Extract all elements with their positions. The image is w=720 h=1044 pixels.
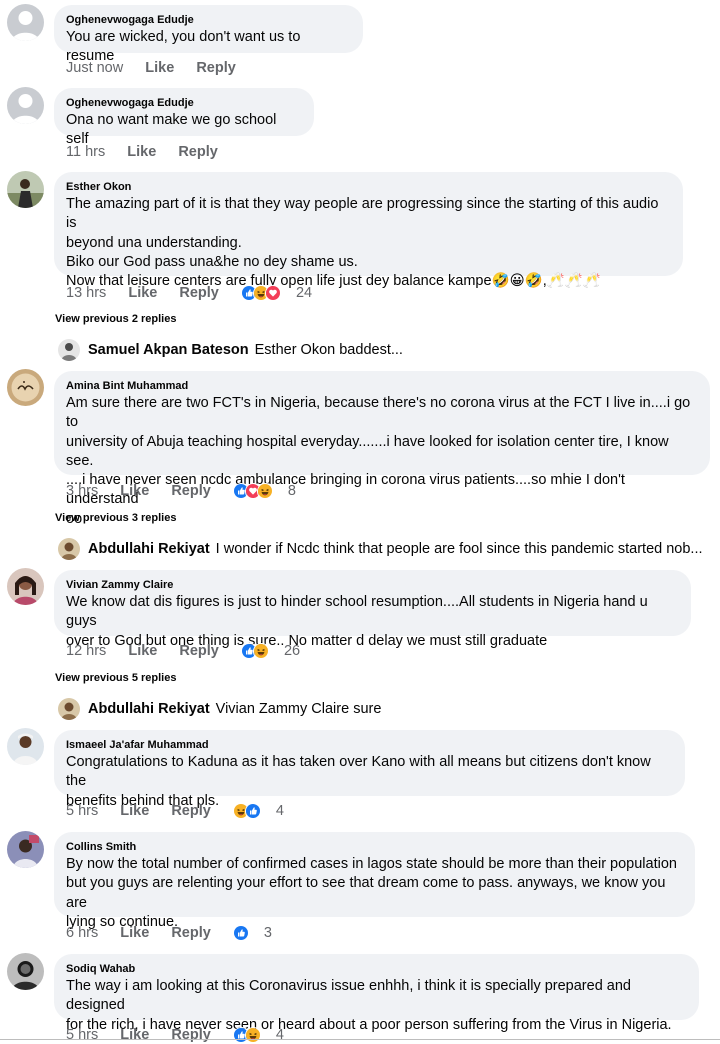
comment-bubble: Amina Bint Muhammad Am sure there are tw…	[54, 371, 710, 527]
like-button[interactable]: Like	[145, 58, 174, 78]
reaction-summary[interactable]	[232, 482, 274, 500]
comment-text: Am sure there are two FCT's in Nigeria, …	[66, 395, 691, 527]
avatar[interactable]	[7, 728, 44, 765]
reply-button[interactable]: Reply	[171, 923, 211, 943]
comment-actions: 5 hrs Like Reply 4	[66, 1025, 284, 1044]
comment-actions: Just now Like Reply	[66, 58, 254, 78]
comment-bubble: Sodiq Wahab The way i am looking at this…	[54, 954, 699, 1033]
like-icon	[244, 802, 262, 820]
reply-button[interactable]: Reply	[196, 58, 236, 78]
reaction-summary[interactable]	[240, 642, 270, 660]
comment-timestamp[interactable]: 5 hrs	[66, 1025, 98, 1044]
reply-button[interactable]: Reply	[171, 481, 211, 501]
comment-actions: 6 hrs Like Reply 3	[66, 923, 272, 943]
avatar[interactable]	[7, 831, 44, 868]
view-previous-replies[interactable]: View previous 3 replies	[55, 512, 176, 524]
reaction-count: 26	[283, 643, 301, 660]
reply-preview[interactable]: Abdullahi Rekiyat Vivian Zammy Claire sur…	[58, 698, 708, 720]
comment-author[interactable]: Sodiq Wahab	[66, 962, 687, 976]
reaction-count: 3	[263, 925, 272, 942]
love-icon	[264, 284, 282, 302]
comment-author[interactable]: Ismaeel Ja'afar Muhammad	[66, 738, 673, 752]
reply-text: Vivian Zammy Claire sure	[215, 701, 382, 718]
reply-author[interactable]: Abdullahi Rekiyat	[88, 701, 210, 717]
reply-text: Esther Okon baddest...	[254, 342, 403, 359]
avatar[interactable]	[58, 698, 80, 720]
avatar[interactable]	[7, 171, 44, 208]
reaction-count: 8	[287, 483, 296, 500]
reaction-summary[interactable]	[240, 284, 282, 302]
reply-author[interactable]: Abdullahi Rekiyat	[88, 541, 210, 557]
comment-actions: 5 hrs Like Reply 4	[66, 801, 284, 821]
comment-timestamp[interactable]: Just now	[66, 58, 123, 78]
haha-icon	[244, 1026, 262, 1044]
comment-timestamp[interactable]: 5 hrs	[66, 801, 98, 821]
reaction-count: 4	[275, 803, 284, 820]
like-button[interactable]: Like	[120, 923, 149, 943]
reaction-count: 4	[275, 1027, 284, 1044]
comment-timestamp[interactable]: 6 hrs	[66, 923, 98, 943]
comment-bubble: Oghenevwogaga Edudje Ona no want make we…	[54, 88, 314, 147]
like-button[interactable]: Like	[127, 142, 156, 162]
avatar[interactable]	[7, 87, 44, 124]
comment-timestamp[interactable]: 11 hrs	[66, 142, 105, 162]
reaction-count: 24	[295, 285, 313, 302]
haha-icon	[256, 482, 274, 500]
reaction-summary[interactable]	[232, 802, 262, 820]
avatar[interactable]	[7, 4, 44, 41]
comment-actions: 11 hrs Like Reply	[66, 142, 236, 162]
avatar[interactable]	[7, 369, 44, 406]
like-icon	[232, 924, 250, 942]
comment-timestamp[interactable]: 12 hrs	[66, 641, 106, 661]
avatar[interactable]	[58, 538, 80, 560]
comment-bubble: Collins Smith By now the total number of…	[54, 832, 695, 930]
reply-button[interactable]: Reply	[179, 641, 219, 661]
like-button[interactable]: Like	[128, 641, 157, 661]
comment-author[interactable]: Oghenevwogaga Edudje	[66, 96, 302, 110]
comment-author[interactable]: Vivian Zammy Claire	[66, 578, 679, 592]
comment-bubble: Oghenevwogaga Edudje You are wicked, you…	[54, 5, 363, 64]
comment-actions: 13 hrs Like Reply 24	[66, 283, 312, 303]
comment-text: By now the total number of confirmed cas…	[66, 856, 677, 930]
comment-author[interactable]: Amina Bint Muhammad	[66, 379, 698, 393]
comment-author[interactable]: Esther Okon	[66, 180, 671, 194]
avatar[interactable]	[7, 568, 44, 605]
comment-author[interactable]: Oghenevwogaga Edudje	[66, 13, 351, 27]
reply-text: I wonder if Ncdc think that people are f…	[215, 541, 703, 558]
view-previous-replies[interactable]: View previous 5 replies	[55, 672, 176, 684]
reaction-summary[interactable]	[232, 924, 250, 942]
comment-timestamp[interactable]: 3 hrs	[66, 481, 98, 501]
reply-button[interactable]: Reply	[178, 142, 218, 162]
reaction-summary[interactable]	[232, 1026, 262, 1044]
avatar[interactable]	[58, 339, 80, 361]
like-button[interactable]: Like	[120, 801, 149, 821]
reply-author[interactable]: Samuel Akpan Bateson	[88, 342, 249, 358]
reply-button[interactable]: Reply	[179, 283, 219, 303]
like-button[interactable]: Like	[120, 1025, 149, 1044]
haha-icon	[252, 642, 270, 660]
like-button[interactable]: Like	[120, 481, 149, 501]
reply-button[interactable]: Reply	[171, 801, 211, 821]
like-button[interactable]: Like	[128, 283, 157, 303]
comment-text: The amazing part of it is that they way …	[66, 196, 659, 290]
reply-preview[interactable]: Samuel Akpan Bateson Esther Okon baddest.…	[58, 339, 708, 361]
comment-actions: 3 hrs Like Reply 8	[66, 481, 296, 501]
comment-author[interactable]: Collins Smith	[66, 840, 683, 854]
comment-bubble: Esther Okon The amazing part of it is th…	[54, 172, 683, 289]
view-previous-replies[interactable]: View previous 2 replies	[55, 313, 176, 325]
comment-timestamp[interactable]: 13 hrs	[66, 283, 106, 303]
avatar[interactable]	[7, 953, 44, 990]
comment-bubble: Ismaeel Ja'afar Muhammad Congratulations…	[54, 730, 685, 809]
reply-preview[interactable]: Abdullahi Rekiyat I wonder if Ncdc think …	[58, 538, 708, 560]
divider	[0, 1039, 720, 1040]
reply-button[interactable]: Reply	[171, 1025, 211, 1044]
comment-actions: 12 hrs Like Reply 26	[66, 641, 300, 661]
comment-bubble: Vivian Zammy Claire We know dat dis figu…	[54, 570, 691, 649]
